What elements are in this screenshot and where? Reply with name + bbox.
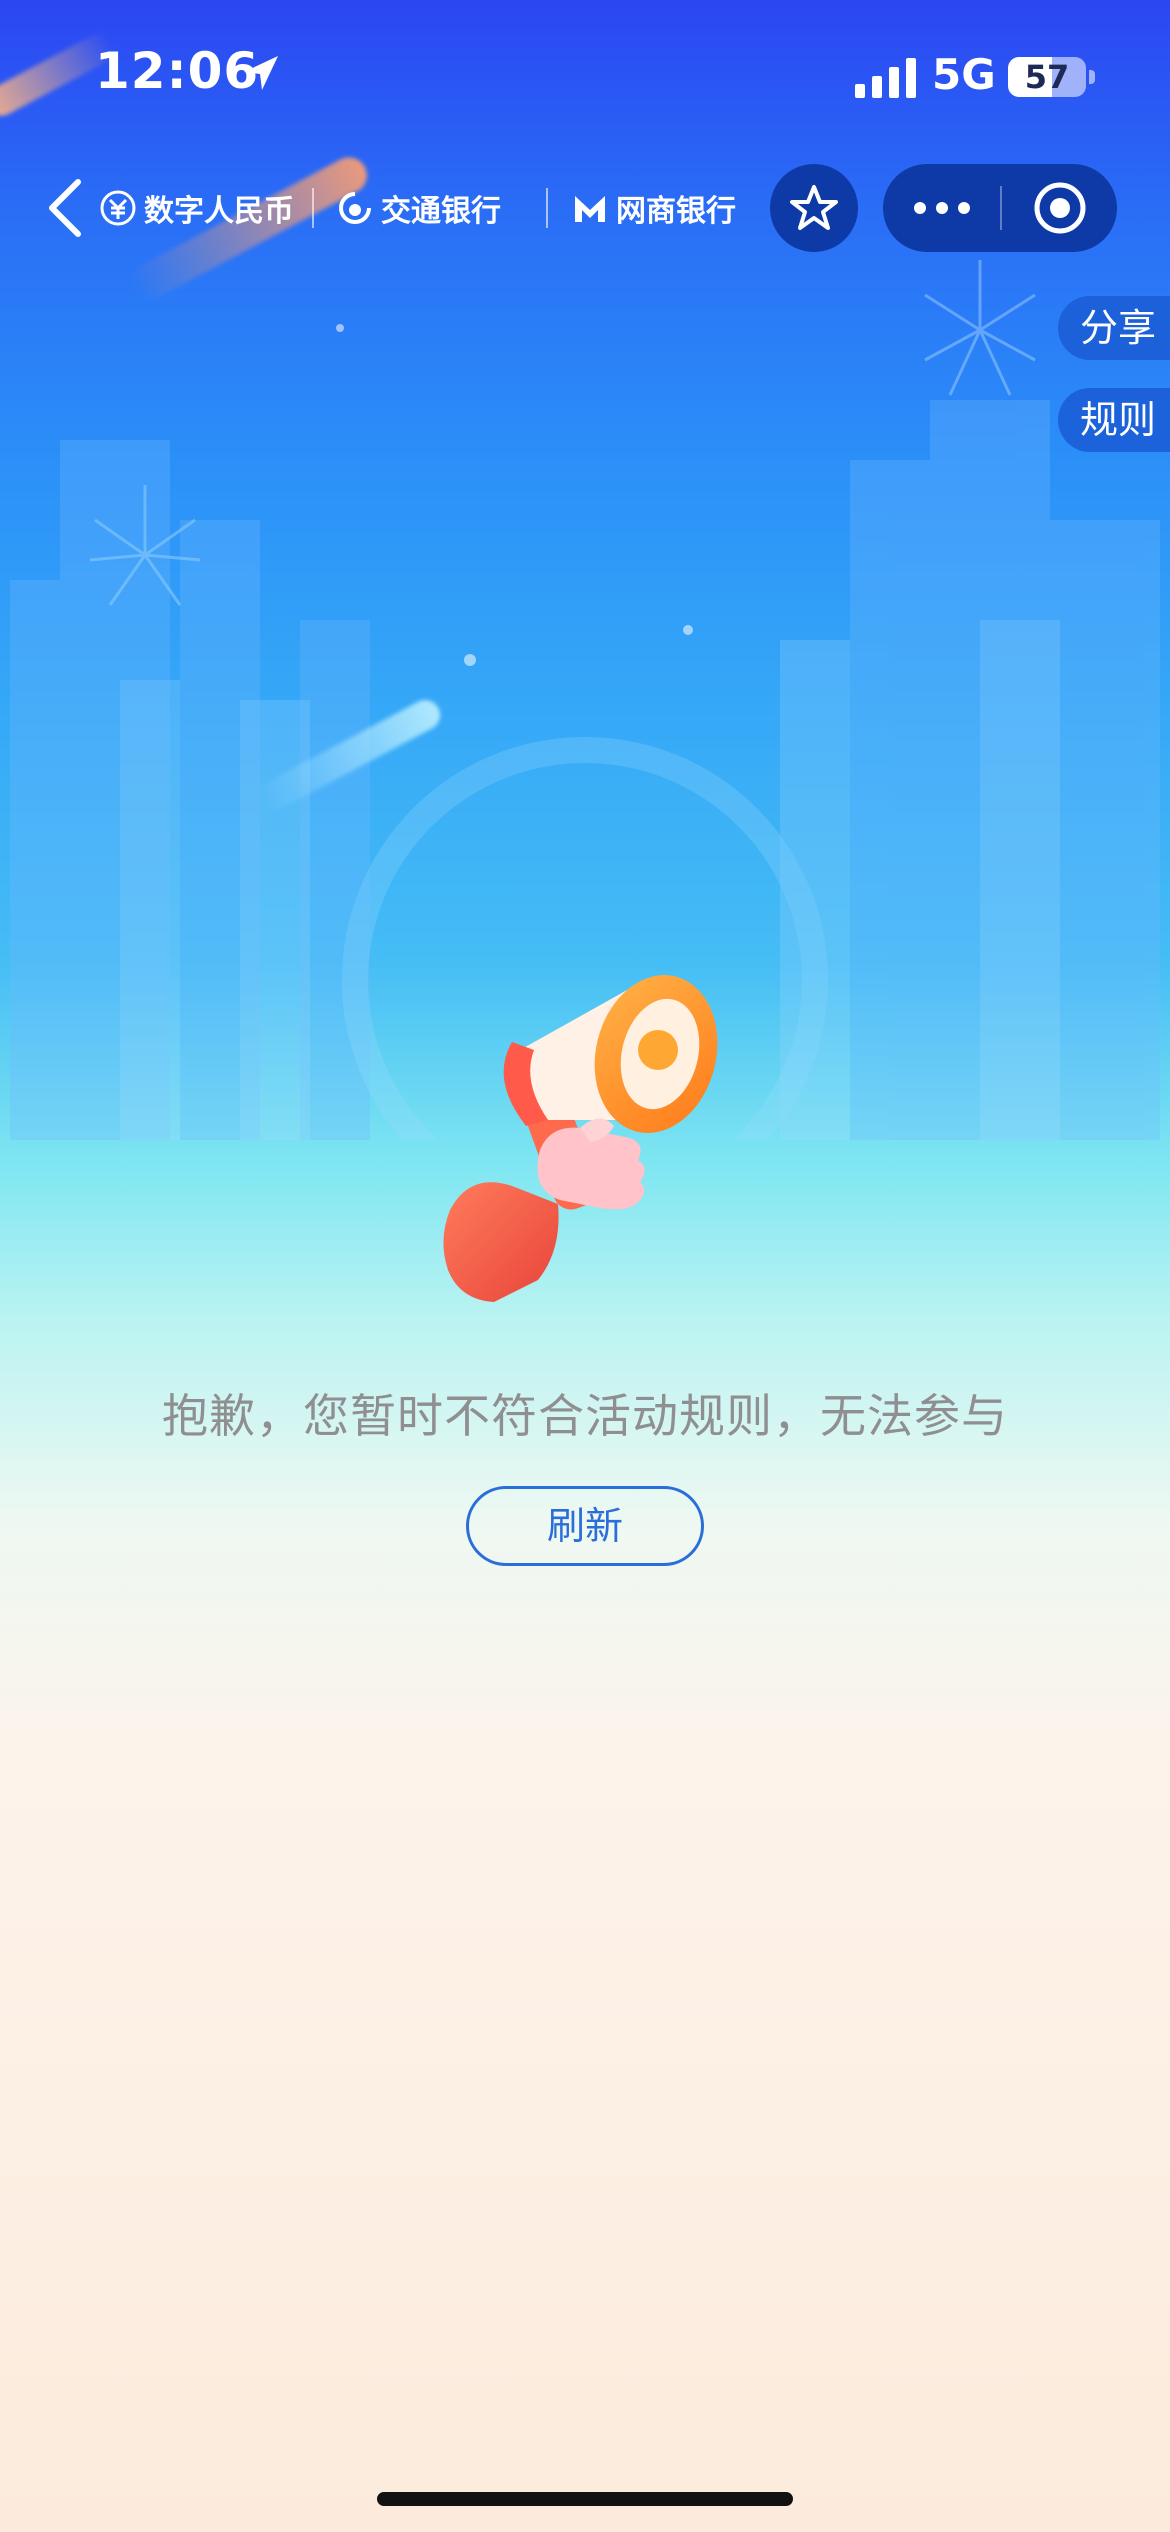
mini-program-capsule — [883, 164, 1117, 252]
battery-percentage: 57 — [1024, 58, 1070, 96]
more-button[interactable] — [883, 164, 1000, 252]
star-icon — [790, 185, 838, 230]
location-arrow-icon — [244, 56, 278, 90]
bocom-logo-icon — [339, 192, 371, 224]
share-tab[interactable]: 分享 — [1058, 296, 1170, 360]
home-indicator[interactable] — [377, 2492, 793, 2506]
brand-label: 交通银行 — [381, 194, 501, 229]
brand-label: 数字人民币 — [144, 194, 294, 229]
more-dots-icon — [913, 202, 970, 214]
activity-page: 12:06 5G 57 数字人民币 交通银行 网商银行 分享 规则 抱歉，您暂时… — [0, 0, 1170, 2532]
battery-cap — [1089, 70, 1095, 84]
close-mini-program-button[interactable] — [1002, 164, 1117, 252]
brand-label: 网商银行 — [616, 194, 736, 229]
brand-e-cny: 数字人民币 — [100, 184, 294, 232]
ineligible-message: 抱歉，您暂时不符合活动规则，无法参与 — [162, 1389, 1008, 1443]
navigation-bar: 数字人民币 交通银行 网商银行 — [0, 160, 1170, 256]
mybank-logo-icon — [575, 196, 605, 222]
battery-icon: 57 — [1008, 57, 1086, 97]
brand-mybank: 网商银行 — [572, 184, 736, 232]
cellular-signal-icon — [855, 58, 916, 98]
favorite-button[interactable] — [770, 164, 858, 252]
chevron-left-icon[interactable] — [44, 176, 88, 240]
brand-divider — [546, 188, 548, 228]
brand-bocom: 交通银行 — [337, 184, 501, 232]
rules-tab[interactable]: 规则 — [1058, 388, 1170, 452]
brand-divider — [312, 188, 314, 228]
target-icon — [1034, 182, 1085, 234]
status-bar: 12:06 5G 57 — [0, 0, 1170, 150]
status-time: 12:06 — [95, 42, 260, 100]
megaphone-icon — [443, 975, 718, 1302]
network-type: 5G — [932, 50, 996, 99]
refresh-button[interactable]: 刷新 — [466, 1486, 704, 1566]
e-cny-logo-icon — [100, 190, 136, 226]
